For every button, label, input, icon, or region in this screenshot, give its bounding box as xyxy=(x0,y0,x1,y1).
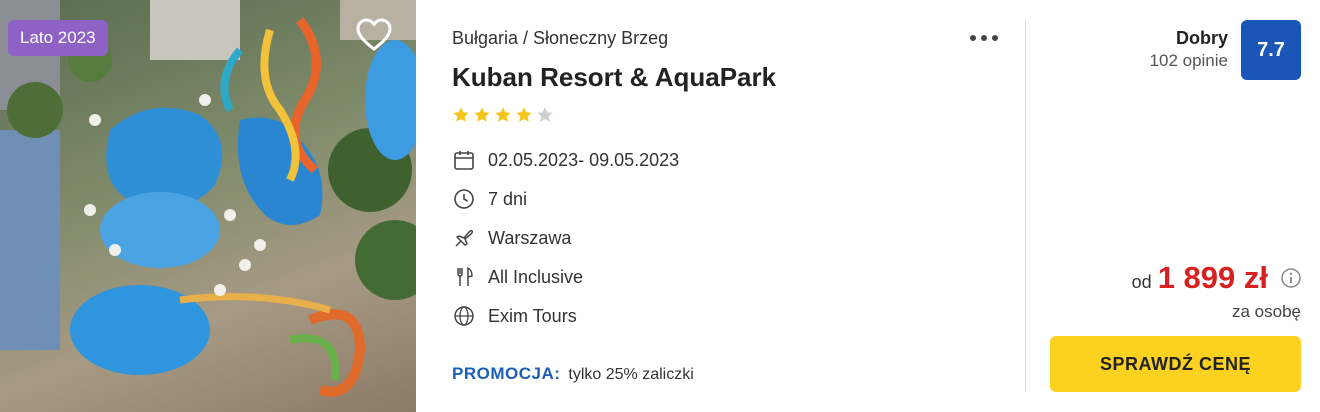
duration-text: 7 dni xyxy=(488,188,528,209)
hotel-aerial-photo xyxy=(0,0,416,397)
location-breadcrumb[interactable]: Bułgaria / Słoneczny Brzeg xyxy=(452,28,668,49)
detail-departure: Warszawa xyxy=(452,224,852,252)
star-rating xyxy=(452,106,554,124)
promo-info: PROMOCJA: tylko 25% zaliczki xyxy=(452,364,694,384)
detail-duration: 7 dni xyxy=(452,185,852,213)
reviews-count[interactable]: 102 opinie xyxy=(1150,51,1228,71)
plane-icon xyxy=(452,226,476,250)
offer-card[interactable]: Lato 2023 Bułgaria / Słoneczny Brzeg Kub… xyxy=(0,0,1320,412)
star-empty-icon xyxy=(537,107,553,122)
price-row: od 1 899 zł xyxy=(1132,260,1302,296)
calendar-icon xyxy=(452,148,476,172)
offer-details: Bułgaria / Słoneczny Brzeg Kuban Resort … xyxy=(416,0,1026,412)
info-icon[interactable] xyxy=(1280,267,1302,289)
detail-dates: 02.05.2023- 09.05.2023 xyxy=(452,146,852,174)
food-icon xyxy=(452,265,476,289)
star-icon xyxy=(453,107,469,122)
star-icon xyxy=(516,107,532,122)
dates-text: 02.05.2023- 09.05.2023 xyxy=(488,149,680,170)
clock-icon xyxy=(452,187,476,211)
star-icon xyxy=(495,107,511,122)
heart-icon[interactable] xyxy=(354,16,394,54)
check-price-button[interactable]: SPRAWDŹ CENĘ xyxy=(1050,336,1301,392)
promo-label: PROMOCJA: xyxy=(452,364,561,383)
detail-operator: Exim Tours xyxy=(452,302,852,330)
price-per-person: za osobę xyxy=(1232,302,1301,321)
promo-text: tylko 25% zaliczki xyxy=(568,366,694,383)
hotel-photo[interactable]: Lato 2023 xyxy=(0,0,416,412)
detail-board: All Inclusive xyxy=(452,263,852,291)
price-prefix: od xyxy=(1131,271,1152,292)
hotel-name[interactable]: Kuban Resort & AquaPark xyxy=(452,62,776,93)
rating-label: Dobry xyxy=(1175,28,1228,48)
departure-text: Warszawa xyxy=(488,227,572,248)
rating-score-badge: 7.7 xyxy=(1241,20,1301,80)
star-icon xyxy=(474,107,490,122)
more-dots-icon[interactable] xyxy=(966,26,1002,50)
price-panel: Dobry 102 opinie 7.7 od 1 899 zł za osob… xyxy=(1026,0,1320,412)
globe-icon xyxy=(452,304,476,328)
board-text: All Inclusive xyxy=(488,266,584,287)
season-badge: Lato 2023 xyxy=(8,20,108,56)
operator-text: Exim Tours xyxy=(488,305,577,326)
price-value: 1 899 zł xyxy=(1157,260,1268,295)
